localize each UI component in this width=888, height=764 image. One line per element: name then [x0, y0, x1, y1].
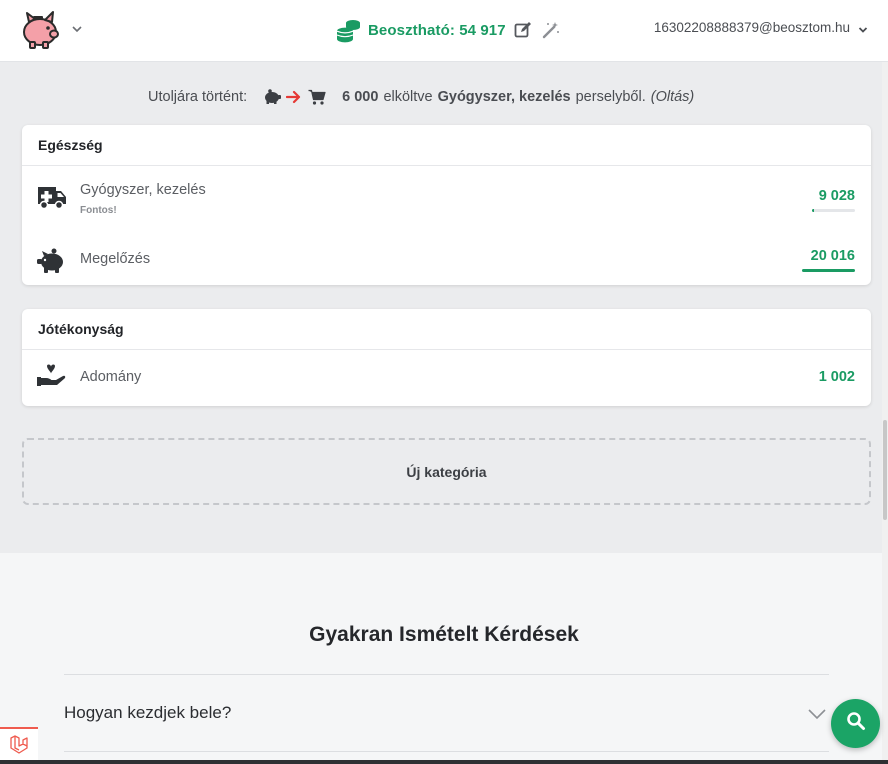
faq-divider: [64, 674, 829, 675]
category-name: Adomány: [80, 369, 142, 385]
category-group-title: Jótékonyság: [22, 309, 871, 350]
last-activity-amount: 6 000: [342, 89, 379, 105]
scrollbar-track[interactable]: [882, 62, 888, 760]
faq-question[interactable]: Hogyan kezdjek bele?: [64, 703, 231, 723]
category-group-title: Egészség: [22, 125, 871, 166]
category-subtitle: Fontos!: [80, 205, 117, 216]
last-activity-note: (Oltás): [650, 89, 695, 105]
piggy-bank-icon: [263, 89, 282, 105]
category-group-card: Egészség Gyógyszer, kezelés Fontos! 9 02…: [22, 125, 871, 285]
edit-icon[interactable]: [514, 21, 532, 39]
scrollbar-thumb[interactable]: [883, 420, 887, 520]
search-icon: [846, 711, 866, 736]
ambulance-icon: [37, 184, 67, 215]
last-activity-prefix: Utoljára történt:: [148, 89, 248, 105]
last-activity-category: Gyógyszer, kezelés: [437, 89, 571, 105]
hand-holding-heart-icon: [37, 364, 67, 395]
category-balance: 9 028: [818, 188, 855, 204]
new-category-button[interactable]: Új kategória: [22, 438, 871, 505]
balance-display: Beosztható: 54 917: [336, 16, 560, 44]
arrow-right-icon: [286, 89, 302, 105]
category-group-card: Jótékonyság Adomány 1 002: [22, 309, 871, 406]
faq-section: Gyakran Ismételt Kérdések Hogyan kezdjek…: [0, 553, 888, 764]
user-menu[interactable]: 16302208888379@beosztom.hu: [654, 20, 868, 35]
coins-icon: [336, 17, 362, 43]
last-activity-line: Utoljára történt: 6 000 elköltve Gyógysz…: [148, 86, 694, 108]
chevron-down-icon: [858, 23, 868, 33]
last-activity-suffix: perselyből.: [575, 89, 646, 105]
category-row[interactable]: Adomány 1 002: [22, 350, 871, 405]
window-bottom-edge: [0, 760, 888, 764]
last-activity-verb: elköltve: [383, 89, 433, 105]
piggy-bank-icon: [37, 248, 67, 279]
category-name: Megelőzés: [80, 251, 151, 267]
shopping-cart-icon: [308, 89, 326, 105]
category-name: Gyógyszer, kezelés: [80, 182, 206, 198]
category-progress-fill: [812, 209, 815, 212]
faq-divider: [64, 751, 829, 752]
search-button[interactable]: [831, 699, 880, 748]
top-navbar: Beosztható: 54 917 16302208888379@beoszt…: [0, 0, 888, 62]
balance-label: Beosztható: 54 917: [368, 21, 506, 39]
faq-title: Gyakran Ismételt Kérdések: [309, 623, 579, 646]
category-row[interactable]: Megelőzés 20 016: [22, 234, 871, 284]
user-email: 16302208888379@beosztom.hu: [653, 20, 850, 35]
category-progress-bar: [802, 269, 855, 272]
category-progress-fill: [802, 269, 855, 272]
category-row[interactable]: Gyógyszer, kezelés Fontos! 9 028: [22, 166, 871, 234]
category-balance: 1 002: [818, 369, 855, 385]
chevron-down-icon[interactable]: [807, 707, 827, 721]
laravel-debugbar-icon[interactable]: [0, 727, 38, 760]
category-balance: 20 016: [810, 248, 855, 264]
piggy-bank-logo-icon[interactable]: [20, 8, 60, 50]
category-progress-bar: [812, 209, 855, 212]
magic-wand-icon[interactable]: [542, 21, 560, 39]
chevron-down-icon[interactable]: [70, 22, 84, 36]
new-category-label: Új kategória: [406, 463, 487, 480]
